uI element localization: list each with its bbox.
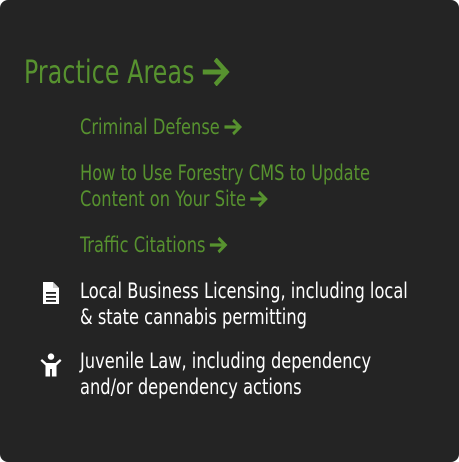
list-item-label[interactable]: How to Use Forestry CMS to Update Conten… bbox=[80, 161, 370, 211]
child-icon bbox=[40, 353, 62, 377]
practice-areas-list: Criminal Defense How to Use Forestry CMS… bbox=[24, 114, 439, 400]
arrow-right-icon bbox=[202, 58, 230, 86]
list-item-traffic-citations[interactable]: Traffic Citations bbox=[24, 232, 439, 258]
list-item-forestry-cms[interactable]: How to Use Forestry CMS to Update Conten… bbox=[24, 160, 439, 212]
list-item-label[interactable]: Criminal Defense bbox=[80, 115, 220, 139]
list-item-label: Local Business Licensing, including loca… bbox=[80, 279, 408, 329]
arrow-right-icon bbox=[224, 118, 242, 136]
list-item-label[interactable]: Traffic Citations bbox=[80, 233, 205, 257]
practice-areas-heading-link[interactable]: Practice Areas bbox=[24, 50, 364, 94]
list-item-criminal-defense[interactable]: Criminal Defense bbox=[24, 114, 439, 140]
list-item-label: Juvenile Law, including dependency and/o… bbox=[80, 349, 372, 399]
practice-areas-panel: Practice Areas Criminal Defense How to U… bbox=[0, 0, 459, 462]
document-icon bbox=[43, 282, 59, 304]
arrow-right-icon bbox=[250, 190, 268, 208]
list-item-juvenile-law: Juvenile Law, including dependency and/o… bbox=[24, 348, 439, 400]
arrow-right-icon bbox=[209, 236, 228, 254]
list-item-business-licensing: Local Business Licensing, including loca… bbox=[24, 278, 439, 330]
practice-areas-title: Practice Areas bbox=[24, 53, 195, 91]
